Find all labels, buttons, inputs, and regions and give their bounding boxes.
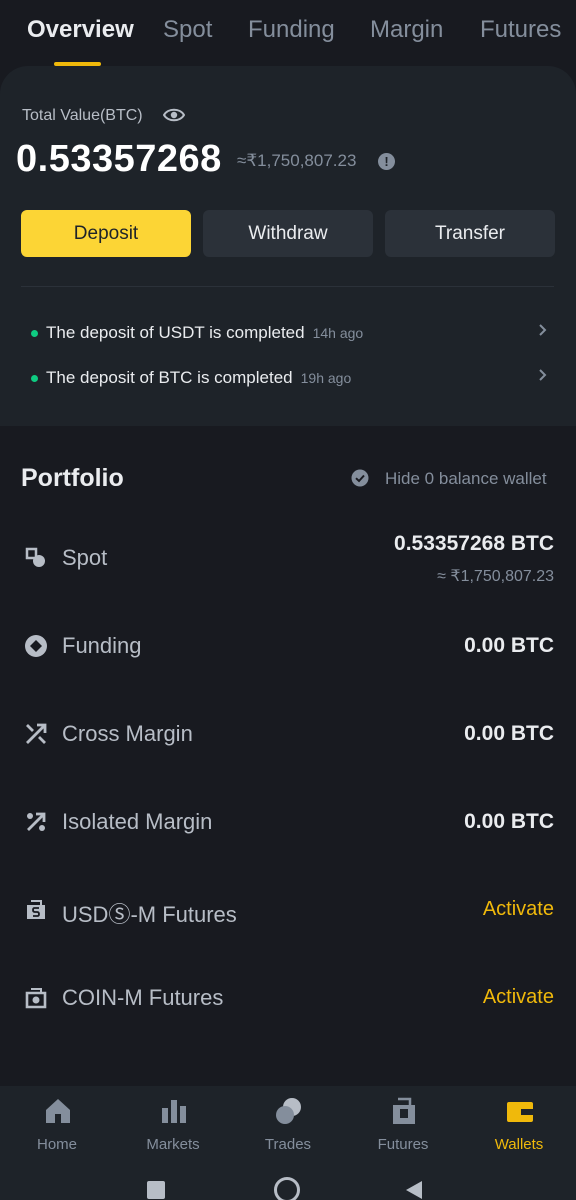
total-btc-value: 0.53357268: [16, 138, 222, 180]
wallet-row-coin-m-futures[interactable]: COIN-M Futures Activate: [0, 968, 576, 1028]
nav-label: Trades: [264, 1136, 312, 1153]
trades-icon: [276, 1098, 301, 1124]
notice-time: 19h ago: [300, 370, 352, 386]
nav-label: Wallets: [494, 1136, 544, 1153]
wallet-row-funding[interactable]: Funding 0.00 BTC: [0, 616, 576, 676]
nav-futures[interactable]: Futures: [353, 1086, 453, 1162]
wallet-row-value: 0.00 BTC: [464, 810, 554, 833]
nav-label: Markets: [146, 1136, 200, 1153]
wallet-row-value: 0.00 BTC: [464, 722, 554, 745]
activate-link[interactable]: Activate: [483, 986, 554, 1009]
markets-icon: [162, 1100, 186, 1123]
chevron-right-icon: [539, 324, 547, 336]
divider: [21, 286, 554, 287]
nav-markets[interactable]: Markets: [123, 1086, 223, 1162]
wallet-row-label: Funding: [62, 633, 142, 658]
total-value-label: Total Value(BTC): [22, 107, 143, 124]
wallet-row-label: Cross Margin: [62, 721, 193, 746]
status-dot: [31, 375, 38, 382]
notice-item[interactable]: The deposit of BTC is completed 19h ago: [22, 363, 554, 393]
home-system-button[interactable]: [274, 1177, 300, 1200]
isolated-margin-icon: [27, 812, 46, 831]
wallet-row-fiat-value: ≈ ₹1,750,807.23: [437, 568, 554, 585]
top-tab-bar: Overview Spot Funding Margin Futures: [0, 0, 576, 72]
check-circle-icon[interactable]: [351, 469, 369, 487]
wallet-row-value: 0.00 BTC: [464, 634, 554, 657]
recent-apps-button[interactable]: [147, 1181, 165, 1199]
wallet-row-spot[interactable]: Spot 0.53357268 BTC ≈ ₹1,750,807.23: [0, 528, 576, 588]
info-icon[interactable]: !: [378, 153, 395, 170]
deposit-button[interactable]: Deposit: [21, 210, 191, 257]
chevron-right-icon: [539, 369, 547, 381]
nav-trades[interactable]: Trades: [238, 1086, 338, 1162]
coin-futures-icon: [25, 988, 47, 1009]
tab-funding[interactable]: Funding: [248, 16, 335, 44]
wallet-row-label: USDⓈ-M Futures: [62, 902, 237, 927]
spot-icon: [25, 547, 45, 567]
tab-futures[interactable]: Futures: [480, 16, 561, 44]
wallet-row-label: COIN-M Futures: [62, 985, 224, 1010]
nav-label: Home: [36, 1136, 77, 1153]
portfolio-title: Portfolio: [21, 464, 124, 492]
bottom-navigation: Home Markets Trades Futures Wallets: [0, 1086, 576, 1200]
activate-link[interactable]: Activate: [483, 898, 554, 921]
withdraw-button[interactable]: Withdraw: [203, 210, 373, 257]
nav-home[interactable]: Home: [7, 1086, 107, 1162]
wallet-row-label: Spot: [62, 545, 108, 570]
status-dot: [31, 330, 38, 337]
wallet-row-usd-m-futures[interactable]: USDⓈ-M Futures Activate: [0, 880, 576, 940]
wallet-row-isolated-margin[interactable]: Isolated Margin 0.00 BTC: [0, 792, 576, 852]
wallet-row-cross-margin[interactable]: Cross Margin 0.00 BTC: [0, 704, 576, 764]
transfer-button[interactable]: Transfer: [385, 210, 555, 257]
wallet-row-label: Isolated Margin: [62, 809, 213, 834]
notice-message: The deposit of USDT is completed 14h ago: [46, 323, 364, 342]
notice-message: The deposit of BTC is completed 19h ago: [46, 368, 352, 387]
tab-overview[interactable]: Overview: [27, 16, 134, 44]
usd-futures-icon: [27, 900, 45, 919]
total-inr-value: ≈₹1,750,807.23: [237, 151, 357, 170]
wallet-row-value: 0.53357268 BTC: [394, 532, 554, 555]
nav-label: Futures: [377, 1136, 429, 1153]
nav-wallets[interactable]: Wallets: [469, 1086, 569, 1162]
tab-margin[interactable]: Margin: [370, 16, 443, 44]
notice-time: 14h ago: [312, 325, 364, 341]
back-triangle-icon[interactable]: [404, 1179, 424, 1200]
funding-icon: [25, 635, 47, 657]
cross-margin-icon: [26, 723, 47, 744]
notice-item[interactable]: The deposit of USDT is completed 14h ago: [22, 318, 554, 348]
wallet-icon: [507, 1102, 533, 1122]
eye-icon[interactable]: [163, 106, 185, 124]
hide-zero-balance-toggle[interactable]: Hide 0 balance wallet: [385, 469, 547, 489]
home-icon: [46, 1099, 70, 1123]
futures-icon: [393, 1097, 415, 1124]
tab-spot[interactable]: Spot: [163, 16, 212, 44]
